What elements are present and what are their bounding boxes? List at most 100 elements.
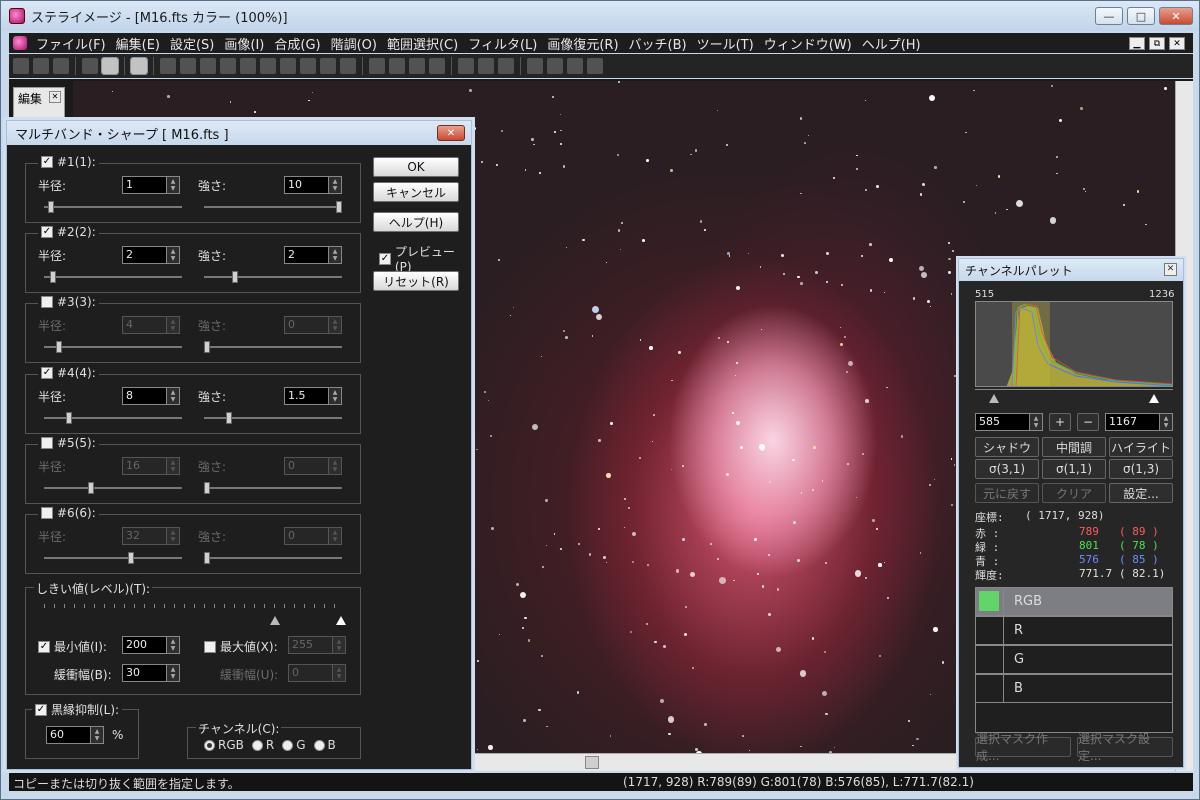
radius-value[interactable]: 4 xyxy=(122,316,167,334)
band-checkbox-4[interactable]: ✓ #4(4): xyxy=(38,366,99,380)
channel-radio-rgb[interactable]: RGB xyxy=(204,738,244,752)
doc-icon[interactable] xyxy=(13,36,27,50)
radius-value[interactable]: 8 xyxy=(122,387,167,405)
band-checkbox-5[interactable]: #5(5): xyxy=(38,436,99,450)
strength-spinner[interactable]: 0 ▲ ▼ xyxy=(284,457,342,475)
minimize-button[interactable]: — xyxy=(1095,7,1123,25)
radius-spinner[interactable]: 2 ▲ ▼ xyxy=(122,246,180,264)
black-edge-value[interactable]: 60 xyxy=(46,726,91,744)
high-level-spinner[interactable]: 1167 ▲ ▼ xyxy=(1105,413,1173,431)
slider-thumb[interactable] xyxy=(88,482,94,494)
menu-selection[interactable]: 範囲選択(C) xyxy=(382,34,463,53)
spin-arrows-icon[interactable]: ▲ ▼ xyxy=(91,726,104,744)
strength-spinner[interactable]: 10 ▲ ▼ xyxy=(284,176,342,194)
dialog-close-button[interactable]: ✕ xyxy=(437,125,465,141)
radius-value[interactable]: 16 xyxy=(122,457,167,475)
batch-icon[interactable] xyxy=(320,58,336,74)
scroll-thumb[interactable] xyxy=(585,756,599,769)
radius-slider[interactable] xyxy=(44,551,182,565)
info-icon[interactable] xyxy=(130,57,148,75)
levels-icon[interactable] xyxy=(160,58,176,74)
menu-filter[interactable]: フィルタ(L) xyxy=(463,34,542,53)
strength-spinner[interactable]: 1.5 ▲ ▼ xyxy=(284,387,342,405)
preview-checkbox[interactable]: ✓ プレビュー(P) xyxy=(379,243,471,274)
high-level-marker[interactable] xyxy=(1149,394,1159,403)
min-value[interactable]: 200 xyxy=(122,636,167,654)
menu-help[interactable]: ヘルプ(H) xyxy=(857,34,926,53)
radius-value[interactable]: 32 xyxy=(122,527,167,545)
sigma-3-1-button[interactable]: σ(3,1) xyxy=(975,459,1039,479)
shadow-button[interactable]: シャドウ xyxy=(975,437,1039,457)
menu-image[interactable]: 画像(I) xyxy=(219,34,269,53)
color-balance-icon[interactable] xyxy=(200,58,216,74)
radius-spinner[interactable]: 32 ▲ ▼ xyxy=(122,527,180,545)
cancel-button[interactable]: キャンセル xyxy=(373,182,459,202)
slider-thumb[interactable] xyxy=(204,482,210,494)
ok-button[interactable]: OK xyxy=(373,157,459,177)
save-icon[interactable] xyxy=(33,58,49,74)
slider-thumb[interactable] xyxy=(56,341,62,353)
level-slider[interactable] xyxy=(975,389,1173,405)
strength-slider[interactable] xyxy=(204,340,342,354)
strength-spinner[interactable]: 0 ▲ ▼ xyxy=(284,316,342,334)
strength-spinner[interactable]: 2 ▲ ▼ xyxy=(284,246,342,264)
menu-batch[interactable]: バッチ(B) xyxy=(624,34,692,53)
low-level-spinner[interactable]: 585 ▲ ▼ xyxy=(975,413,1043,431)
spin-arrows-icon[interactable]: ▲ ▼ xyxy=(1160,413,1173,431)
spin-arrows-icon[interactable]: ▲ ▼ xyxy=(1030,413,1043,431)
menu-restore[interactable]: 画像復元(R) xyxy=(542,34,623,53)
min-threshold-marker[interactable] xyxy=(270,616,280,625)
band-checkbox-6[interactable]: #6(6): xyxy=(38,506,99,520)
channel-row-b[interactable]: B xyxy=(975,674,1173,703)
menu-edit[interactable]: 編集(E) xyxy=(111,34,165,53)
grid-icon[interactable] xyxy=(389,58,405,74)
strength-slider[interactable] xyxy=(204,481,342,495)
min-soft-value[interactable]: 30 xyxy=(122,664,167,682)
radius-slider[interactable] xyxy=(44,200,182,214)
align-icon[interactable] xyxy=(240,58,256,74)
strength-value[interactable]: 0 xyxy=(284,457,329,475)
channel-radio-b[interactable]: B xyxy=(313,738,336,752)
strength-slider[interactable] xyxy=(204,270,342,284)
radius-slider[interactable] xyxy=(44,481,182,495)
slider-thumb[interactable] xyxy=(226,412,232,424)
dark-icon[interactable] xyxy=(280,58,296,74)
radius-spinner[interactable]: 4 ▲ ▼ xyxy=(122,316,180,334)
strength-value[interactable]: 0 xyxy=(284,527,329,545)
mask-settings-button[interactable]: 選択マスク設定... xyxy=(1077,732,1173,763)
radius-spinner[interactable]: 1 ▲ ▼ xyxy=(122,176,180,194)
mdi-minimize-button[interactable]: ▁ xyxy=(1129,37,1145,50)
radius-spinner[interactable]: 8 ▲ ▼ xyxy=(122,387,180,405)
spin-arrows-icon[interactable]: ▲ ▼ xyxy=(333,636,346,654)
clear-button[interactable]: クリア xyxy=(1042,483,1106,503)
edit-panel-close-icon[interactable]: ✕ xyxy=(49,91,61,103)
slider-thumb[interactable] xyxy=(66,412,72,424)
export-icon[interactable] xyxy=(527,58,543,74)
close-button[interactable]: ✕ xyxy=(1159,7,1193,25)
threshold-slider[interactable] xyxy=(44,600,346,625)
spin-arrows-icon[interactable]: ▲ ▼ xyxy=(167,246,180,264)
spin-arrows-icon[interactable]: ▲ ▼ xyxy=(167,176,180,194)
menu-settings[interactable]: 設定(S) xyxy=(165,34,219,53)
sigma-1-1-button[interactable]: σ(1,1) xyxy=(1042,459,1106,479)
high-level-value[interactable]: 1167 xyxy=(1105,413,1160,431)
spin-arrows-icon[interactable]: ▲ ▼ xyxy=(329,527,342,545)
max-soft-spinner[interactable]: 0 ▲ ▼ xyxy=(288,664,346,682)
band-checkbox-1[interactable]: ✓ #1(1): xyxy=(38,155,99,169)
channel-radio-g[interactable]: G xyxy=(282,738,306,752)
strength-spinner[interactable]: 0 ▲ ▼ xyxy=(284,527,342,545)
filter-icon[interactable] xyxy=(369,58,385,74)
menu-tools[interactable]: ツール(T) xyxy=(692,34,759,53)
min-value-spinner[interactable]: 200 ▲ ▼ xyxy=(122,636,180,654)
palette-close-icon[interactable]: ✕ xyxy=(1164,263,1177,276)
plus-button[interactable]: + xyxy=(1049,413,1071,431)
spin-arrows-icon[interactable]: ▲ ▼ xyxy=(329,457,342,475)
strength-slider[interactable] xyxy=(204,411,342,425)
histogram[interactable] xyxy=(975,301,1173,387)
slider-thumb[interactable] xyxy=(48,201,54,213)
midtone-button[interactable]: 中間調 xyxy=(1042,437,1106,457)
spin-arrows-icon[interactable]: ▲ ▼ xyxy=(167,527,180,545)
mdi-close-button[interactable]: ✕ xyxy=(1169,37,1185,50)
rotate-icon[interactable] xyxy=(478,58,494,74)
highlight-button[interactable]: ハイライト xyxy=(1109,437,1173,457)
